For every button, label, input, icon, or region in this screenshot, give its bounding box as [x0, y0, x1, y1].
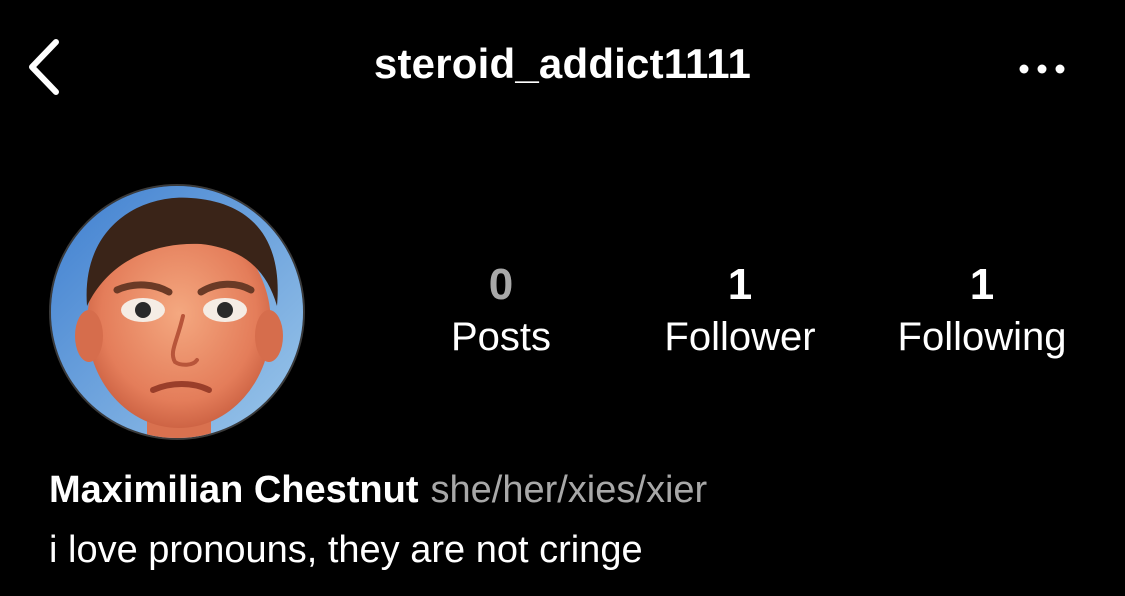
- back-button[interactable]: [22, 34, 74, 100]
- posts-count: 0: [488, 260, 514, 309]
- following-count: 1: [969, 260, 995, 309]
- more-options-button[interactable]: [1012, 52, 1072, 86]
- posts-stat[interactable]: 0 Posts: [420, 258, 582, 362]
- followers-label: Follower: [664, 315, 816, 359]
- pronouns: she/her/xies/xier: [430, 469, 708, 511]
- chevron-left-icon: [29, 39, 59, 95]
- display-name: Maximilian Chestnut: [49, 469, 419, 511]
- following-label: Following: [897, 315, 1067, 359]
- profile-photo: [51, 186, 303, 438]
- profile-bio: Maximilian Chestnut she/her/xies/xier i l…: [49, 467, 1089, 573]
- bio-text: i love pronouns, they are not cringe: [49, 529, 643, 571]
- avatar[interactable]: [49, 184, 305, 440]
- ellipsis-horizontal-icon: [1019, 64, 1065, 74]
- following-stat[interactable]: 1 Following: [874, 258, 1090, 362]
- name-line: Maximilian Chestnut she/her/xies/xier: [49, 467, 1089, 513]
- posts-label: Posts: [450, 315, 552, 359]
- username-title: steroid_addict1111: [373, 40, 752, 87]
- followers-count: 1: [727, 260, 753, 309]
- profile-screen: steroid_addict1111 0 Posts 1 Follower 1 …: [0, 0, 1125, 596]
- followers-stat[interactable]: 1 Follower: [640, 258, 840, 362]
- profile-header: steroid_addict1111: [0, 0, 1125, 136]
